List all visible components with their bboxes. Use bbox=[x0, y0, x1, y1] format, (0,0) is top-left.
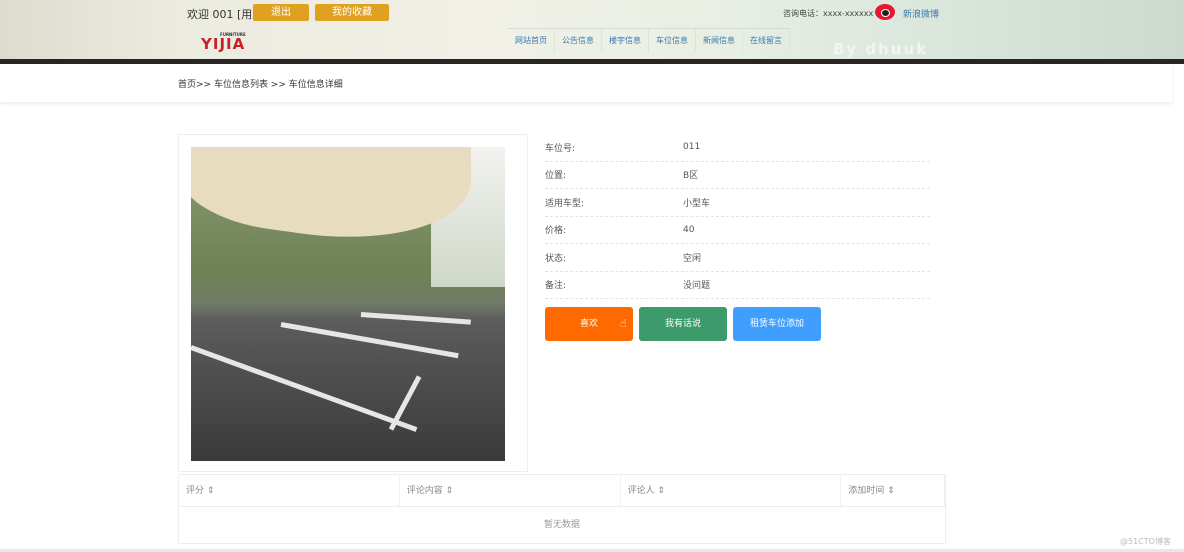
breadcrumb[interactable]: 首页>> 车位信息列表 >> 车位信息详细 bbox=[178, 77, 343, 90]
weibo-link[interactable]: 新浪微博 bbox=[903, 7, 939, 20]
nav-message[interactable]: 在线留言 bbox=[743, 29, 790, 52]
detail-row: 价格: 40 bbox=[545, 217, 930, 244]
image-card bbox=[178, 134, 528, 472]
comment-button[interactable]: 我有话说 bbox=[639, 307, 727, 341]
logo[interactable]: FURNITURE YIJIA bbox=[201, 32, 246, 53]
detail-row: 适用车型: 小型车 bbox=[545, 189, 930, 217]
logout-button[interactable]: 退出 bbox=[253, 4, 309, 21]
credit-watermark: @51CTO博客 bbox=[1120, 537, 1171, 546]
nav-building[interactable]: 楼宇信息 bbox=[602, 29, 649, 52]
top-header: 欢迎 001 [用户] 退出 我的收藏 咨询电话：xxxx-xxxxxx 新浪微… bbox=[0, 0, 1184, 76]
sort-icon: ⇕ bbox=[657, 486, 665, 496]
nav-parking[interactable]: 车位信息 bbox=[649, 29, 696, 52]
nav-notice[interactable]: 公告信息 bbox=[555, 29, 602, 52]
nav-news[interactable]: 新闻信息 bbox=[696, 29, 743, 52]
favorites-button[interactable]: 我的收藏 bbox=[315, 4, 389, 21]
detail-list: 车位号: 011 位置: B区 适用车型: 小型车 价格: 40 状态: 空闲 备注: 没问… bbox=[545, 134, 930, 299]
column-header-author[interactable]: 评论人 ⇕ bbox=[621, 475, 842, 506]
comments-table: 评分 ⇕ 评论内容 ⇕ 评论人 ⇕ 添加时间 ⇕ 暂无数据 bbox=[178, 474, 946, 544]
empty-state: 暂无数据 bbox=[543, 520, 580, 530]
detail-row: 状态: 空闲 bbox=[545, 244, 930, 272]
sort-icon: ⇕ bbox=[206, 486, 215, 496]
rent-button[interactable]: 租赁车位添加 bbox=[733, 307, 821, 341]
hand-cursor-icon: ☝ bbox=[620, 317, 627, 330]
phone-text: 咨询电话：xxxx-xxxxxx bbox=[783, 9, 874, 18]
main-nav: 网站首页 公告信息 楼宇信息 车位信息 新闻信息 在线留言 bbox=[508, 28, 790, 52]
nav-home[interactable]: 网站首页 bbox=[508, 29, 555, 52]
column-header-content[interactable]: 评论内容 ⇕ bbox=[400, 475, 621, 506]
column-header-score[interactable]: 评分 ⇕ bbox=[179, 475, 400, 506]
detail-row: 位置: B区 bbox=[545, 162, 930, 189]
sort-icon: ⇕ bbox=[445, 486, 454, 496]
detail-row: 车位号: 011 bbox=[545, 134, 930, 162]
detail-row: 备注: 没问题 bbox=[545, 272, 930, 299]
weibo-icon[interactable] bbox=[875, 4, 895, 20]
breadcrumb-bar: 首页>> 车位信息列表 >> 车位信息详细 bbox=[0, 64, 1172, 102]
parking-photo bbox=[191, 147, 505, 461]
sort-icon: ⇕ bbox=[887, 486, 895, 496]
column-header-time[interactable]: 添加时间 ⇕ bbox=[841, 475, 945, 506]
